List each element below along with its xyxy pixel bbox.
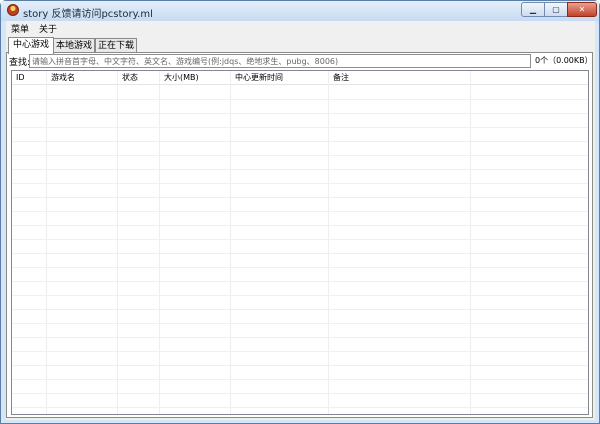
grid-line — [12, 239, 588, 240]
grid-line — [12, 127, 588, 128]
minimize-icon: ▁ — [529, 5, 537, 14]
grid-line — [12, 351, 588, 352]
main-window: story 反馈请访问pcstory.ml ▁ ▢ ✕ 菜单 关于 中心游戏 本… — [0, 0, 600, 424]
maximize-icon: ▢ — [552, 5, 560, 14]
tab-center-games[interactable]: 中心游戏 — [8, 37, 54, 54]
grid-line — [12, 113, 588, 114]
grid-line — [12, 155, 588, 156]
search-label: 查找: — [9, 58, 31, 68]
grid-line — [12, 281, 588, 282]
grid-line — [12, 379, 588, 380]
column-header-notes[interactable]: 备注 — [329, 71, 349, 85]
grid-line — [12, 169, 588, 170]
grid-line — [12, 141, 588, 142]
column-divider[interactable] — [46, 71, 47, 414]
list-header: ID 游戏名 状态 大小(MB) 中心更新时间 备注 — [12, 71, 588, 85]
grid-line — [12, 99, 588, 100]
column-divider[interactable] — [117, 71, 118, 414]
grid-line — [12, 295, 588, 296]
close-icon: ✕ — [578, 5, 586, 14]
window-title: story 反馈请访问pcstory.ml — [23, 9, 153, 20]
column-divider[interactable] — [159, 71, 160, 414]
grid-line — [12, 253, 588, 254]
minimize-button[interactable]: ▁ — [521, 2, 545, 17]
game-list[interactable]: ID 游戏名 状态 大小(MB) 中心更新时间 备注 — [11, 70, 589, 415]
tab-panel-center-games: 查找: 0个（0.00KB） ID 游戏名 状态 大小(MB) 中心更新时间 备… — [6, 52, 593, 418]
grid-line — [12, 183, 588, 184]
menu-item-about[interactable]: 关于 — [39, 22, 57, 35]
app-logo-icon[interactable] — [7, 4, 19, 16]
grid-line — [12, 267, 588, 268]
menu-item-menu[interactable]: 菜单 — [11, 22, 29, 35]
tab-local-games[interactable]: 本地游戏 — [53, 38, 95, 53]
column-divider[interactable] — [470, 71, 471, 414]
client-area: 菜单 关于 中心游戏 本地游戏 正在下载 查找: 0个（0.00KB） ID 游… — [6, 21, 595, 420]
title-bar[interactable]: story 反馈请访问pcstory.ml ▁ ▢ ✕ — [1, 1, 599, 21]
grid-line — [12, 323, 588, 324]
grid-line — [12, 365, 588, 366]
column-header-update-time[interactable]: 中心更新时间 — [231, 71, 283, 85]
search-input[interactable] — [29, 54, 531, 68]
column-divider[interactable] — [328, 71, 329, 414]
column-header-id[interactable]: ID — [12, 71, 25, 85]
menu-bar: 菜单 关于 — [6, 21, 595, 35]
grid-line — [12, 393, 588, 394]
maximize-button[interactable]: ▢ — [544, 2, 568, 17]
grid-line — [12, 309, 588, 310]
grid-line — [12, 407, 588, 408]
game-count-summary: 0个（0.00KB） — [535, 56, 593, 65]
column-header-game-name[interactable]: 游戏名 — [47, 71, 75, 85]
grid-line — [12, 197, 588, 198]
grid-line — [12, 225, 588, 226]
grid-line — [12, 337, 588, 338]
grid-line — [12, 211, 588, 212]
close-button[interactable]: ✕ — [567, 2, 597, 17]
column-divider[interactable] — [230, 71, 231, 414]
column-header-status[interactable]: 状态 — [118, 71, 138, 85]
tab-downloading[interactable]: 正在下载 — [95, 38, 137, 53]
column-header-size[interactable]: 大小(MB) — [160, 71, 199, 85]
